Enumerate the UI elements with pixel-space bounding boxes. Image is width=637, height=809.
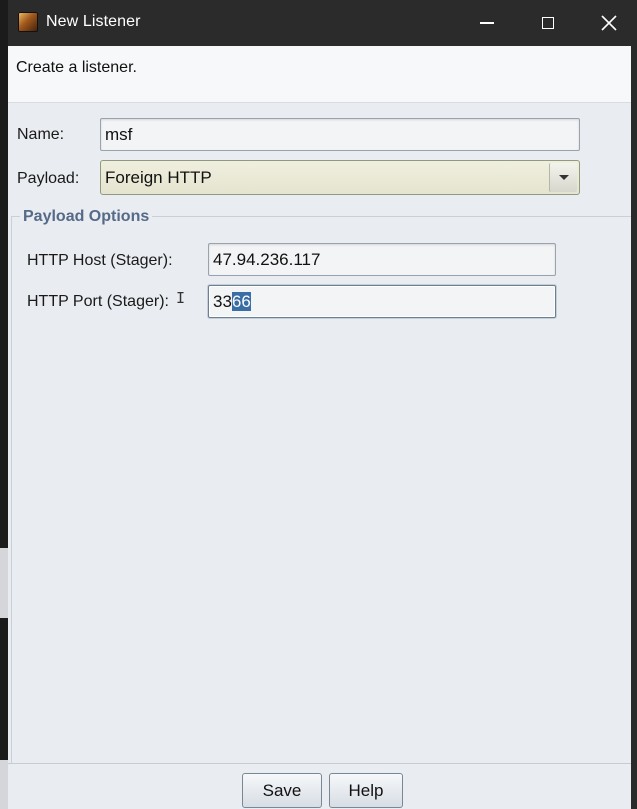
background-right-edge xyxy=(631,0,637,809)
http-host-label: HTTP Host (Stager): xyxy=(27,252,173,269)
payload-selected-value: Foreign HTTP xyxy=(105,168,212,187)
button-bar-separator xyxy=(8,763,631,764)
payload-label: Payload: xyxy=(17,170,80,187)
http-port-input[interactable]: 3366 xyxy=(208,285,556,318)
title-bar[interactable]: New Listener xyxy=(8,0,631,46)
app-icon xyxy=(18,12,38,32)
help-button[interactable]: Help xyxy=(329,773,403,808)
dialog-header: Create a listener. xyxy=(8,46,631,103)
payload-options-title: Payload Options xyxy=(20,208,153,226)
background-left-edge xyxy=(0,0,8,809)
minimize-icon xyxy=(480,22,494,24)
http-host-input[interactable]: 47.94.236.117 xyxy=(208,243,556,276)
payload-dropdown[interactable]: Foreign HTTP xyxy=(100,160,580,195)
close-icon xyxy=(601,15,617,31)
window-title: New Listener xyxy=(46,13,141,30)
dropdown-arrow-button[interactable] xyxy=(549,163,577,192)
maximize-button[interactable] xyxy=(517,0,579,46)
http-port-value: 33 xyxy=(213,292,232,311)
maximize-icon xyxy=(542,17,554,29)
close-button[interactable] xyxy=(578,0,631,46)
new-listener-dialog: New Listener Create a listener. Name: ms… xyxy=(8,0,631,809)
http-port-selected-text: 66 xyxy=(231,292,251,311)
name-input[interactable]: msf xyxy=(100,118,580,151)
chevron-down-icon xyxy=(558,175,569,180)
text-cursor-icon: I xyxy=(176,289,186,307)
minimize-button[interactable] xyxy=(456,0,518,46)
group-border-left xyxy=(11,216,12,763)
http-port-label: HTTP Port (Stager): xyxy=(27,293,169,310)
header-description: Create a listener. xyxy=(16,59,137,76)
save-button[interactable]: Save xyxy=(242,773,322,808)
name-label: Name: xyxy=(17,126,65,143)
